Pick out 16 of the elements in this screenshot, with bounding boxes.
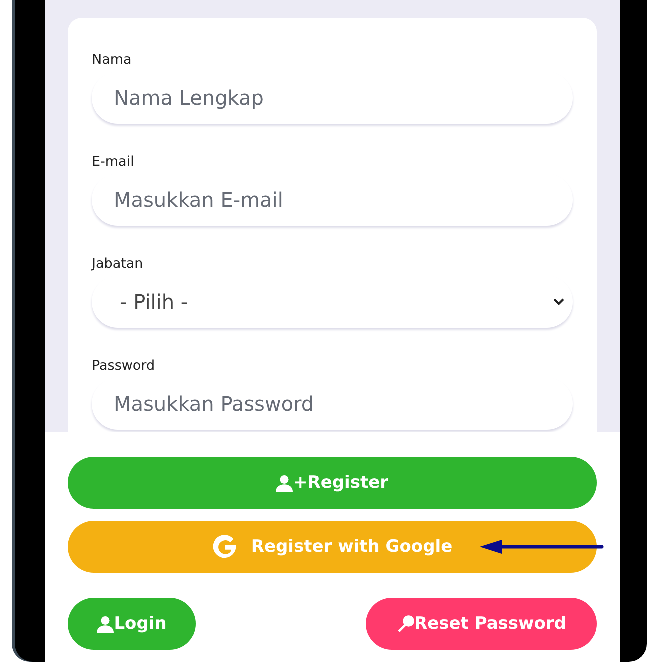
field-label: Jabatan bbox=[92, 256, 144, 272]
field-label: Password bbox=[92, 358, 156, 374]
select-field[interactable]: - Pilih - bbox=[92, 276, 573, 328]
input-field[interactable]: Nama Lengkap bbox=[92, 72, 573, 124]
user-icon bbox=[97, 616, 114, 632]
google-register-button[interactable]: Register with Google bbox=[68, 521, 597, 573]
field-label: Nama bbox=[92, 52, 133, 68]
input-field[interactable]: Masukkan Password bbox=[92, 378, 573, 430]
chevron-down-icon bbox=[553, 298, 565, 306]
input-field[interactable]: Masukkan E-mail bbox=[92, 174, 573, 226]
field-label: E-mail bbox=[92, 154, 136, 170]
login-button[interactable]: Login bbox=[68, 598, 196, 650]
reset-password-button[interactable]: Reset Password bbox=[366, 598, 597, 650]
user-icon bbox=[276, 474, 294, 492]
key-icon bbox=[396, 615, 415, 633]
register-button[interactable]: +Register bbox=[68, 457, 597, 509]
